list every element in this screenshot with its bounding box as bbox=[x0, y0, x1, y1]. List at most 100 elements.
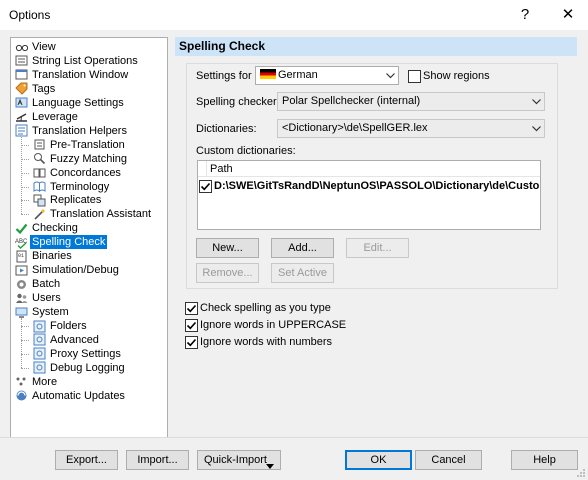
svg-text:ABC: ABC bbox=[15, 239, 28, 245]
tree-connector-line bbox=[21, 339, 29, 341]
new-button[interactable]: New... bbox=[196, 238, 259, 258]
tree-connector-line bbox=[21, 158, 29, 160]
german-flag-icon bbox=[260, 69, 276, 79]
tree-item-users[interactable]: Users bbox=[15, 291, 63, 305]
ignore-uppercase-label: Ignore words in UPPERCASE bbox=[200, 319, 347, 331]
title-bar: Options ? ✕ bbox=[0, 0, 588, 30]
spelling-checker-value: Polar Spellchecker (internal) bbox=[282, 95, 421, 107]
list-item[interactable]: D:\SWE\GitTsRandD\NeptunOS\PASSOLO\Dicti… bbox=[198, 179, 540, 194]
dictionaries-value: <Dictionary>\de\SpellGER.lex bbox=[282, 122, 428, 134]
tree-item-tags[interactable]: Tags bbox=[15, 82, 57, 96]
tree-item-string-list-operations[interactable]: String List Operations bbox=[15, 54, 140, 68]
tree-item-automatic-updates[interactable]: Automatic Updates bbox=[15, 389, 127, 403]
export-button[interactable]: Export... bbox=[55, 450, 118, 470]
show-regions-label: Show regions bbox=[423, 70, 490, 82]
path-column-header[interactable]: Path bbox=[210, 163, 233, 175]
tree-connector-line bbox=[21, 186, 29, 188]
edit-button[interactable]: Edit... bbox=[346, 238, 409, 258]
tree-item-translation-assistant[interactable]: Translation Assistant bbox=[33, 207, 153, 221]
tree-item-folders[interactable]: Folders bbox=[33, 319, 89, 333]
window-title: Options bbox=[9, 8, 51, 22]
help-icon[interactable]: ? bbox=[510, 3, 540, 27]
tree-item-label: Translation Helpers bbox=[32, 124, 127, 137]
tags-icon bbox=[15, 82, 28, 96]
tree-item-label: Pre-Translation bbox=[50, 138, 125, 151]
help-button[interactable]: Help bbox=[511, 450, 578, 470]
options-tree[interactable]: View String List Operations Translation Wi… bbox=[10, 37, 168, 438]
string-list-icon bbox=[15, 54, 28, 67]
tree-item-language-settings[interactable]: Language Settings bbox=[15, 96, 126, 110]
chevron-down-icon bbox=[528, 120, 544, 137]
import-button[interactable]: Import... bbox=[126, 450, 189, 470]
tree-item-translation-window[interactable]: Translation Window bbox=[15, 68, 130, 82]
concordances-icon bbox=[33, 166, 46, 179]
tree-item-binaries[interactable]: 01 Binaries bbox=[15, 249, 74, 263]
tree-item-label: Tags bbox=[32, 82, 56, 95]
folders-icon bbox=[33, 320, 46, 333]
ignore-numbers-checkbox[interactable] bbox=[185, 336, 198, 349]
tree-item-simulation-debug[interactable]: Simulation/Debug bbox=[15, 263, 121, 277]
cancel-button[interactable]: Cancel bbox=[415, 450, 482, 470]
custom-dictionary-checkbox[interactable] bbox=[199, 180, 212, 193]
spelling-checker-dropdown[interactable]: Polar Spellchecker (internal) bbox=[277, 92, 545, 111]
tree-item-translation-helpers[interactable]: Translation Helpers bbox=[15, 124, 129, 138]
tree-item-spelling-check[interactable]: ABC Spelling Check bbox=[15, 235, 108, 250]
tree-item-checking[interactable]: Checking bbox=[15, 221, 80, 235]
tree-item-label: Terminology bbox=[50, 180, 110, 193]
close-icon[interactable]: ✕ bbox=[553, 3, 583, 27]
dropdown-arrow-icon bbox=[266, 457, 274, 475]
tree-item-label: Folders bbox=[50, 320, 87, 332]
tree-connector-line bbox=[21, 214, 29, 216]
tree-connector-line bbox=[21, 367, 29, 369]
dictionaries-dropdown[interactable]: <Dictionary>\de\SpellGER.lex bbox=[277, 119, 545, 138]
tree-item-fuzzy-matching[interactable]: Fuzzy Matching bbox=[33, 152, 129, 166]
translation-window-icon bbox=[15, 68, 28, 81]
proxy-settings-icon bbox=[33, 347, 46, 360]
custom-dictionary-path: D:\SWE\GitTsRandD\NeptunOS\PASSOLO\Dicti… bbox=[214, 180, 541, 192]
quick-import-button[interactable]: Quick-Import bbox=[197, 450, 281, 470]
tree-item-label: String List Operations bbox=[32, 54, 138, 67]
tree-item-replicates[interactable]: Replicates bbox=[33, 193, 103, 207]
checkmark-icon bbox=[15, 222, 28, 235]
resize-grip-icon[interactable] bbox=[576, 468, 586, 478]
tree-item-terminology[interactable]: Terminology bbox=[33, 180, 111, 194]
fuzzy-matching-icon bbox=[33, 152, 46, 165]
show-regions-checkbox[interactable] bbox=[408, 70, 421, 83]
ignore-uppercase-checkbox[interactable] bbox=[185, 319, 198, 332]
tree-item-more[interactable]: More bbox=[15, 375, 59, 389]
tree-item-label: Fuzzy Matching bbox=[50, 152, 128, 165]
tree-item-system[interactable]: System bbox=[15, 305, 71, 319]
checkmark-icon bbox=[186, 321, 197, 330]
tree-item-advanced[interactable]: Advanced bbox=[33, 333, 101, 347]
tree-item-concordances[interactable]: Concordances bbox=[33, 166, 123, 180]
tree-item-leverage[interactable]: Leverage bbox=[15, 110, 80, 124]
footer-separator bbox=[0, 437, 588, 438]
set-active-button[interactable]: Set Active bbox=[271, 263, 334, 283]
tree-item-label: Debug Logging bbox=[50, 361, 125, 374]
tree-connector-line bbox=[21, 200, 29, 202]
tree-item-proxy-settings[interactable]: Proxy Settings bbox=[33, 347, 123, 361]
tree-item-label: Replicates bbox=[50, 194, 102, 207]
tree-connector-line bbox=[21, 144, 29, 146]
svg-text:01: 01 bbox=[18, 253, 24, 259]
advanced-icon bbox=[33, 333, 46, 346]
settings-for-dropdown[interactable]: German bbox=[255, 66, 399, 85]
quick-import-label: Quick-Import bbox=[204, 454, 267, 466]
terminology-icon bbox=[33, 180, 46, 193]
tree-item-batch[interactable]: Batch bbox=[15, 277, 62, 291]
tree-item-label: Automatic Updates bbox=[32, 389, 125, 402]
check-as-you-type-checkbox[interactable] bbox=[185, 302, 198, 315]
list-header: Path bbox=[198, 161, 540, 177]
custom-dictionaries-label: Custom dictionaries: bbox=[196, 145, 296, 157]
tree-item-pre-translation[interactable]: Pre-Translation bbox=[33, 138, 127, 152]
checkmark-icon bbox=[200, 182, 211, 191]
add-button[interactable]: Add... bbox=[271, 238, 334, 258]
tree-item-debug-logging[interactable]: Debug Logging bbox=[33, 361, 127, 375]
checkmark-icon bbox=[186, 338, 197, 347]
tree-item-label: Checking bbox=[32, 222, 78, 235]
tree-item-view[interactable]: View bbox=[15, 40, 58, 54]
ok-button[interactable]: OK bbox=[345, 450, 412, 470]
remove-button[interactable]: Remove... bbox=[196, 263, 259, 283]
custom-dictionaries-list[interactable]: Path D:\SWE\GitTsRandD\NeptunOS\PASSOLO\… bbox=[197, 160, 541, 230]
dictionaries-label: Dictionaries: bbox=[196, 123, 257, 135]
